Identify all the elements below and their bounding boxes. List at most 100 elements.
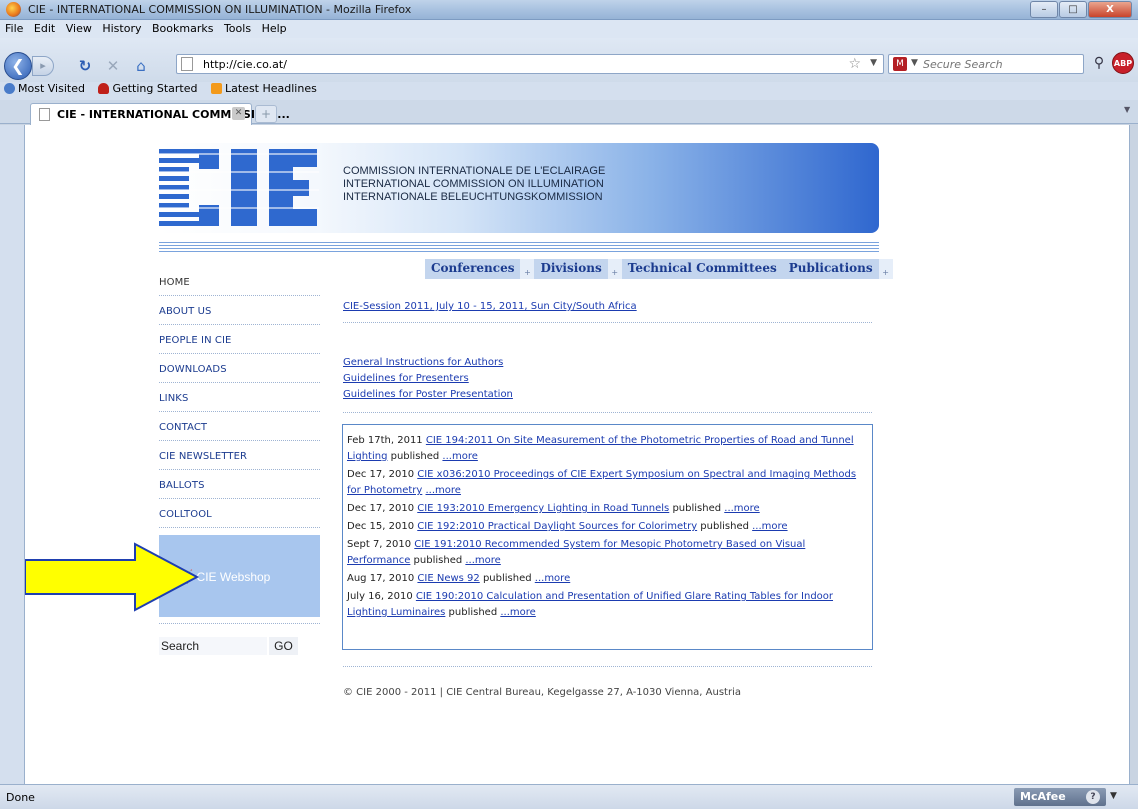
mcafee-button[interactable]: McAfee ? bbox=[1014, 788, 1106, 806]
topnav-expand-icon[interactable]: + bbox=[607, 259, 622, 279]
news-more-link[interactable]: ...more bbox=[442, 451, 477, 462]
sidenav-colltool[interactable]: COLLTOOL bbox=[159, 499, 320, 528]
search-engine-dropdown-icon[interactable]: ▼ bbox=[911, 58, 918, 68]
banner-text: COMMISSION INTERNATIONALE DE L'ECLAIRAGE… bbox=[343, 165, 605, 204]
sidenav-home[interactable]: HOME bbox=[159, 267, 320, 296]
navigation-toolbar: ❮ ▸ ↻ ✕ ⌂ http://cie.co.at/ ☆ ▼ M ▼ ⚲ AB… bbox=[0, 38, 1138, 82]
bookmark-latest-headlines[interactable]: Latest Headlines bbox=[207, 82, 317, 95]
news-more-link[interactable]: ...more bbox=[752, 521, 787, 532]
menu-help[interactable]: Help bbox=[258, 20, 290, 35]
search-input[interactable] bbox=[923, 56, 1073, 72]
menu-history[interactable]: History bbox=[98, 20, 144, 35]
sidenav-about-us[interactable]: ABOUT US bbox=[159, 296, 320, 325]
authors-instructions-link[interactable]: General Instructions for Authors bbox=[343, 357, 503, 368]
forward-button[interactable]: ▸ bbox=[32, 56, 54, 76]
rss-feed-icon bbox=[211, 83, 222, 94]
banner-line-english: INTERNATIONAL COMMISSION ON ILLUMINATION bbox=[343, 178, 604, 190]
sidenav-ballots[interactable]: BALLOTS bbox=[159, 470, 320, 499]
sidenav-people-in-cie[interactable]: PEOPLE IN CIE bbox=[159, 325, 320, 354]
news-more-link[interactable]: ...more bbox=[426, 485, 461, 496]
topnav-expand-icon[interactable]: + bbox=[520, 259, 535, 279]
side-navigation: HOME ABOUT US PEOPLE IN CIE DOWNLOADS LI… bbox=[159, 267, 320, 528]
news-link[interactable]: CIE 192:2010 Practical Daylight Sources … bbox=[417, 521, 697, 532]
presenters-guidelines-link[interactable]: Guidelines for Presenters bbox=[343, 373, 469, 384]
sidenav-links[interactable]: LINKS bbox=[159, 383, 320, 412]
news-item: Feb 17th, 2011 CIE 194:2011 On Site Meas… bbox=[347, 433, 868, 465]
status-dropdown-icon[interactable]: ▼ bbox=[1110, 791, 1117, 801]
status-text: Done bbox=[6, 791, 35, 804]
menu-bookmarks[interactable]: Bookmarks bbox=[148, 20, 216, 35]
topnav-publications[interactable]: Publications bbox=[782, 259, 879, 279]
page-footer: © CIE 2000 - 2011 | CIE Central Bureau, … bbox=[343, 687, 741, 698]
tab-close-icon[interactable]: ✕ bbox=[232, 107, 245, 120]
sidenav-cie-newsletter[interactable]: CIE NEWSLETTER bbox=[159, 441, 320, 470]
bookmark-getting-started[interactable]: Getting Started bbox=[94, 82, 198, 95]
content-divider bbox=[343, 412, 872, 413]
reload-icon[interactable]: ↻ bbox=[76, 56, 94, 76]
news-date: Sept 7, 2010 bbox=[347, 539, 415, 550]
search-go-button[interactable]: GO bbox=[269, 637, 298, 655]
bookmarks-toolbar: Most Visited Getting Started Latest Head… bbox=[0, 82, 1138, 100]
news-more-link[interactable]: ...more bbox=[500, 607, 535, 618]
topnav-expand-icon[interactable]: + bbox=[878, 259, 893, 279]
news-more-link[interactable]: ...more bbox=[535, 573, 570, 584]
tab-bar: CIE - INTERNATIONAL COMMISSION ... ✕ + ▼ bbox=[0, 100, 1138, 125]
url-bar[interactable]: http://cie.co.at/ ☆ ▼ bbox=[176, 54, 884, 74]
news-date: Aug 17, 2010 bbox=[347, 573, 418, 584]
poster-guidelines-link[interactable]: Guidelines for Poster Presentation bbox=[343, 389, 513, 400]
window-controls: – □ X bbox=[1030, 1, 1132, 18]
news-date: Dec 17, 2010 bbox=[347, 469, 418, 480]
menu-file[interactable]: File bbox=[0, 20, 26, 35]
close-button[interactable]: X bbox=[1088, 1, 1132, 18]
site-search-input[interactable] bbox=[159, 637, 267, 655]
news-item: Dec 15, 2010 CIE 192:2010 Practical Dayl… bbox=[347, 519, 868, 535]
yellow-arrow-icon bbox=[25, 542, 200, 612]
content-divider bbox=[343, 322, 872, 323]
stop-icon[interactable]: ✕ bbox=[104, 56, 122, 76]
news-status: published bbox=[479, 573, 535, 584]
bookmark-label: Latest Headlines bbox=[225, 82, 317, 95]
news-link[interactable]: CIE 193:2010 Emergency Lighting in Road … bbox=[417, 503, 669, 514]
news-link[interactable]: CIE 190:2010 Calculation and Presentatio… bbox=[347, 591, 833, 618]
menu-tools[interactable]: Tools bbox=[220, 20, 254, 35]
sidenav-contact[interactable]: CONTACT bbox=[159, 412, 320, 441]
top-navigation: Conferences + Divisions + Technical Comm… bbox=[425, 259, 893, 279]
news-link[interactable]: CIE News 92 bbox=[417, 573, 479, 584]
topnav-divisions[interactable]: Divisions bbox=[534, 259, 608, 279]
url-dropdown-icon[interactable]: ▼ bbox=[870, 58, 877, 68]
site-search-form: GO bbox=[159, 637, 298, 655]
bookmark-star-icon[interactable]: ☆ bbox=[848, 56, 861, 72]
news-more-link[interactable]: ...more bbox=[465, 555, 500, 566]
cie-session-link[interactable]: CIE-Session 2011, July 10 - 15, 2011, Su… bbox=[343, 301, 637, 312]
news-more-link[interactable]: ...more bbox=[724, 503, 759, 514]
banner-rule bbox=[159, 251, 879, 252]
back-button[interactable]: ❮ bbox=[4, 52, 32, 80]
search-box[interactable]: M ▼ bbox=[888, 54, 1084, 74]
search-magnifier-icon[interactable]: ⚲ bbox=[1090, 55, 1108, 73]
news-status: published bbox=[410, 555, 466, 566]
menu-edit[interactable]: Edit bbox=[30, 20, 58, 35]
help-icon[interactable]: ? bbox=[1086, 790, 1100, 804]
tab-list-dropdown-icon[interactable]: ▼ bbox=[1124, 105, 1136, 123]
menu-view[interactable]: View bbox=[62, 20, 95, 35]
maximize-button[interactable]: □ bbox=[1059, 1, 1087, 18]
minimize-button[interactable]: – bbox=[1030, 1, 1058, 18]
page-content: COMMISSION INTERNATIONALE DE L'ECLAIRAGE… bbox=[24, 125, 1130, 784]
new-tab-button[interactable]: + bbox=[255, 105, 277, 123]
back-arrow-icon: ❮ bbox=[11, 56, 25, 75]
left-window-strip bbox=[0, 125, 24, 784]
news-status: published bbox=[445, 607, 501, 618]
home-icon[interactable]: ⌂ bbox=[132, 56, 150, 76]
news-status: published bbox=[697, 521, 753, 532]
sidenav-downloads[interactable]: DOWNLOADS bbox=[159, 354, 320, 383]
cie-logo bbox=[159, 149, 319, 226]
tab-cie[interactable]: CIE - INTERNATIONAL COMMISSION ... ✕ bbox=[30, 103, 290, 125]
news-status: published bbox=[387, 451, 443, 462]
url-text[interactable]: http://cie.co.at/ bbox=[203, 58, 287, 71]
topnav-conferences[interactable]: Conferences bbox=[425, 259, 521, 279]
search-engine-icon[interactable]: M bbox=[893, 57, 907, 71]
news-item: Dec 17, 2010 CIE x036:2010 Proceedings o… bbox=[347, 467, 868, 499]
adblock-plus-icon[interactable]: ABP bbox=[1112, 52, 1134, 74]
bookmark-most-visited[interactable]: Most Visited bbox=[0, 82, 85, 95]
topnav-technical-committees[interactable]: Technical Committees bbox=[621, 259, 783, 279]
